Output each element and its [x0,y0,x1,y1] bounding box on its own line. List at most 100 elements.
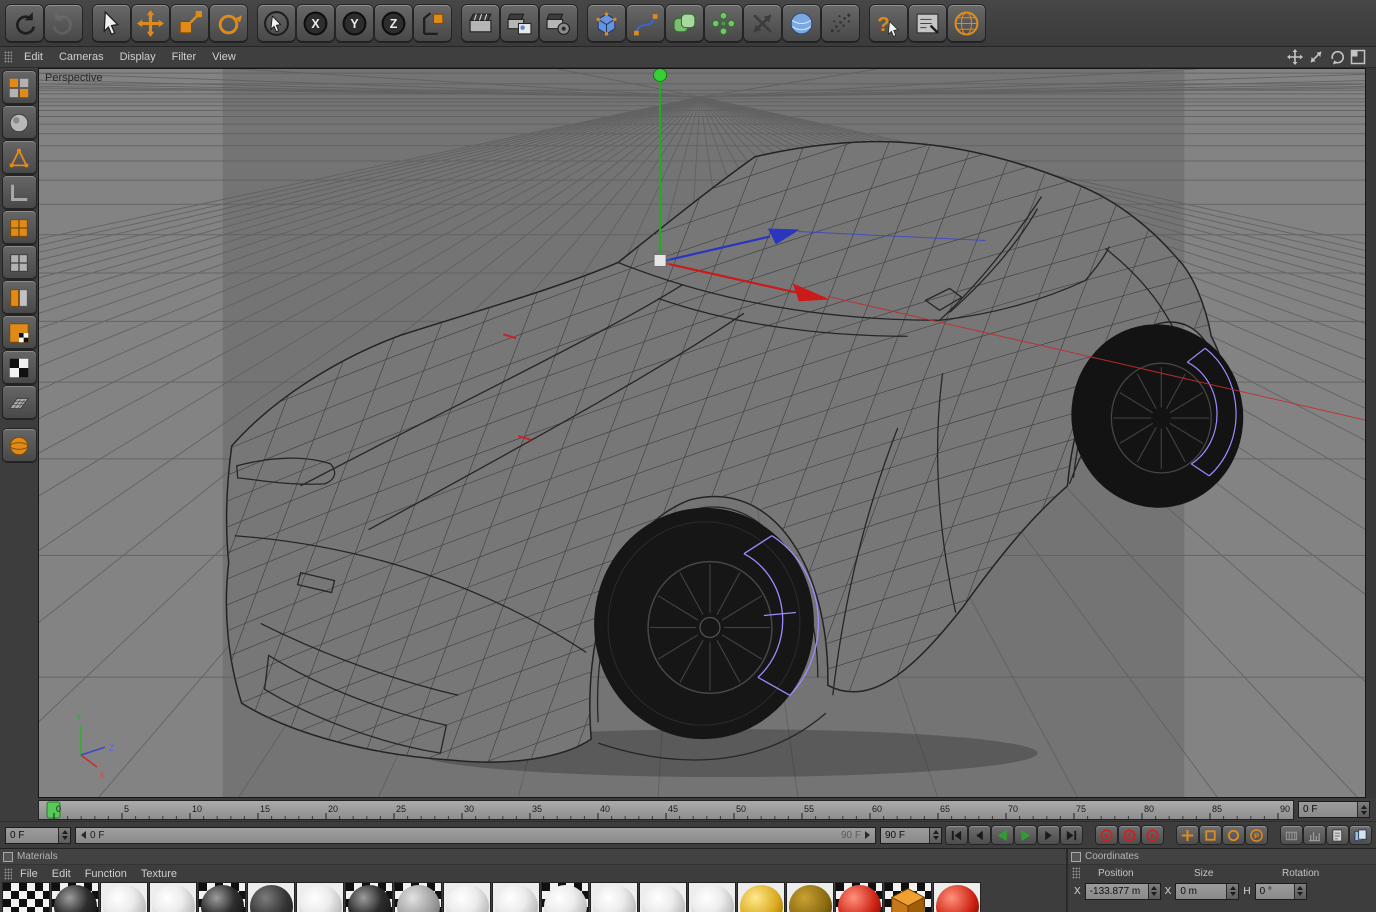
render-picture-viewer-button[interactable] [501,4,538,42]
perspective-viewport[interactable]: Perspective Y Z X [38,68,1366,798]
material-thumbnail-19[interactable] [884,882,932,912]
axis-origin-handle[interactable] [653,253,667,267]
material-thumbnail-1[interactable] [2,882,50,912]
record-pla-toggle[interactable] [1281,826,1302,844]
online-help-button[interactable] [948,4,985,42]
content-browser-button[interactable] [1350,826,1371,844]
object-mode-button[interactable] [2,429,36,462]
scale-tool-button[interactable] [171,4,208,42]
add-deformer-button[interactable] [744,4,781,42]
menu-view[interactable]: View [204,51,244,63]
materials-menu-function[interactable]: Function [81,868,137,880]
next-frame-button[interactable] [1038,826,1059,844]
coordinates-drag-handle[interactable] [1072,867,1080,879]
material-thumbnail-16[interactable] [737,882,785,912]
polygons-mode-button[interactable] [2,211,36,244]
viewport-label[interactable]: Perspective [45,72,102,84]
record-rotation-toggle[interactable] [1223,826,1244,844]
workplane-mode-button[interactable] [2,386,36,419]
play-forwards-button[interactable] [1015,826,1036,844]
add-environment-button[interactable] [783,4,820,42]
size-x-field[interactable]: 0 m [1175,882,1240,900]
material-thumbnail-14[interactable] [639,882,687,912]
timeline-frame-field[interactable]: 0 F [1298,801,1370,818]
help-button[interactable]: ? [870,4,907,42]
render-settings-button[interactable] [540,4,577,42]
materials-drag-handle[interactable] [4,867,12,880]
add-array-button[interactable] [705,4,742,42]
viewport-pan-button[interactable] [1287,49,1303,65]
material-thumbnail-18[interactable] [835,882,883,912]
material-thumbnail-10[interactable] [443,882,491,912]
material-thumbnail-6[interactable] [247,882,295,912]
render-view-button[interactable] [462,4,499,42]
size-x-stepper[interactable] [1226,883,1239,899]
menu-display[interactable]: Display [112,51,164,63]
coordinate-system-button[interactable] [414,4,451,42]
autokeying-button[interactable] [1119,826,1140,844]
materials-menu-file[interactable]: File [16,868,48,880]
keyframe-selection-button[interactable] [1142,826,1163,844]
position-x-stepper[interactable] [1147,883,1160,899]
position-x-field[interactable]: -133.877 m [1084,882,1161,900]
current-frame-stepper[interactable] [58,827,70,843]
rotation-h-stepper[interactable] [1293,883,1306,899]
live-selection-button[interactable] [93,4,130,42]
timeline-options-button[interactable] [1304,826,1325,844]
lock-x-axis-button[interactable]: X [297,4,334,42]
material-thumbnail-12[interactable] [541,882,589,912]
edges-mode-button[interactable] [2,176,36,209]
selection-filter-button[interactable] [258,4,295,42]
end-frame-stepper[interactable] [929,827,941,843]
snap-mode-button[interactable] [2,351,36,384]
goto-end-button[interactable] [1061,826,1082,844]
material-thumbnail-7[interactable] [296,882,344,912]
record-keyframe-button[interactable] [1096,826,1117,844]
make-editable-button[interactable] [2,71,36,104]
menu-edit[interactable]: Edit [16,51,51,63]
material-thumbnail-8[interactable] [345,882,393,912]
undo-button[interactable] [6,4,43,42]
record-scale-toggle[interactable] [1200,826,1221,844]
layer-manager-button[interactable] [1327,826,1348,844]
material-thumbnail-11[interactable] [492,882,540,912]
material-thumbnail-15[interactable] [688,882,736,912]
end-frame-field[interactable]: 90 F [880,826,942,844]
material-thumbnail-17[interactable] [786,882,834,912]
viewport-zoom-button[interactable] [1308,49,1324,65]
rotation-h-field[interactable]: 0 ° [1254,882,1307,900]
timeline-ruler[interactable]: 0 5 10 15 20 25 30 35 40 45 50 55 60 65 70 75 80 85 90 [38,799,1294,820]
lock-y-axis-button[interactable]: Y [336,4,373,42]
timeline-scrubber[interactable]: 0 F 90 F [75,826,876,844]
rotate-tool-button[interactable] [210,4,247,42]
menu-drag-handle[interactable] [4,51,12,63]
material-thumbnail-5[interactable] [198,882,246,912]
goto-start-button[interactable] [946,826,967,844]
redo-button[interactable] [45,4,82,42]
add-particles-button[interactable] [822,4,859,42]
material-thumbnail-20[interactable] [933,882,981,912]
material-thumbnail-13[interactable] [590,882,638,912]
viewport-rotate-button[interactable] [1329,49,1345,65]
material-thumbnail-9[interactable] [394,882,442,912]
timeline-frame-stepper[interactable] [1357,802,1369,817]
record-position-toggle[interactable] [1177,826,1198,844]
y-axis-handle[interactable] [653,69,668,82]
panel-window-icon[interactable] [3,851,13,862]
texture-mode-button[interactable] [2,316,36,349]
materials-menu-edit[interactable]: Edit [48,868,81,880]
materials-menu-texture[interactable]: Texture [137,868,187,880]
viewport-toggle-button[interactable] [1350,49,1366,65]
points-mode-button[interactable] [2,141,36,174]
material-thumbnail-3[interactable] [100,882,148,912]
current-frame-field[interactable]: 0 F [5,826,71,844]
previous-frame-button[interactable] [969,826,990,844]
lock-z-axis-button[interactable]: Z [375,4,412,42]
menu-filter[interactable]: Filter [164,51,204,63]
add-primitive-button[interactable] [588,4,625,42]
viewport-canvas[interactable]: Y Z X [39,69,1365,797]
material-thumbnail-4[interactable] [149,882,197,912]
record-parameter-toggle[interactable]: P [1246,826,1267,844]
material-thumbnail-2[interactable] [51,882,99,912]
add-hypernurbs-button[interactable] [666,4,703,42]
